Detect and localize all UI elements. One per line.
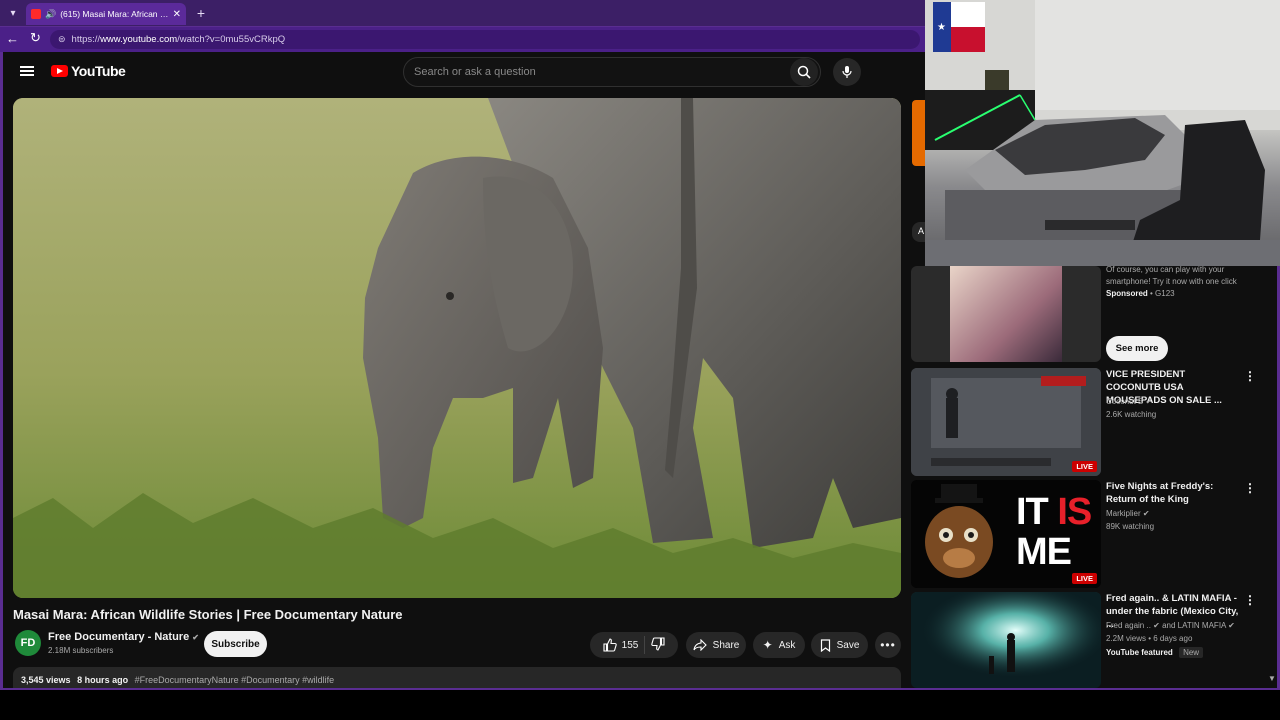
bottom-frame xyxy=(0,688,1280,720)
video-title: Masai Mara: African Wildlife Stories | F… xyxy=(13,607,403,622)
related-thumbnail-1[interactable]: LIVE xyxy=(911,368,1101,476)
youtube-favicon-icon xyxy=(31,9,41,19)
ad-description[interactable]: Of course, you can play with your smartp… xyxy=(1106,264,1256,288)
url-host: www.youtube.com xyxy=(100,34,178,45)
verified-check-icon: ✔ xyxy=(1142,509,1150,518)
ad-sponsor-line: Sponsored • G123 xyxy=(1106,289,1175,298)
banner-peek xyxy=(912,100,926,166)
new-tab-button[interactable]: + xyxy=(192,4,210,22)
live-badge: LIVE xyxy=(1072,573,1097,584)
search-input[interactable]: Search or ask a question xyxy=(414,66,790,78)
save-label: Save xyxy=(836,639,860,651)
related-menu-icon[interactable]: ⋮ xyxy=(1244,369,1256,383)
related-channel-1[interactable]: Coconut B ✔ xyxy=(1106,396,1152,408)
save-button[interactable]: Save xyxy=(811,632,868,658)
related-stats-1: 2.6K watching xyxy=(1106,410,1157,419)
video-player[interactable] xyxy=(13,98,901,598)
ad-advertiser: • G123 xyxy=(1147,289,1175,298)
svg-text:★: ★ xyxy=(937,22,946,33)
see-more-button[interactable]: See more xyxy=(1106,336,1168,361)
related-menu-icon[interactable]: ⋮ xyxy=(1244,481,1256,495)
description-box[interactable]: 3,545 views 8 hours ago #FreeDocumentary… xyxy=(13,667,901,688)
related-menu-icon[interactable]: ⋮ xyxy=(1244,593,1256,607)
search-button[interactable] xyxy=(790,58,818,86)
related-channel-name: Markiplier xyxy=(1106,509,1141,518)
sponsored-label: Sponsored xyxy=(1106,289,1148,298)
share-icon xyxy=(693,639,707,651)
youtube-logo[interactable]: YouTube xyxy=(51,63,126,79)
share-label: Share xyxy=(712,639,740,651)
webcam-overlay: ★ xyxy=(925,0,1280,266)
search-icon xyxy=(797,65,811,79)
browser-tab-active[interactable]: 🔊 (615) Masai Mara: African Wil ✕ xyxy=(26,3,186,25)
thumb-text-it: IT xyxy=(1016,491,1058,533)
back-arrow-icon[interactable]: ← xyxy=(6,31,19,46)
thumbs-up-icon xyxy=(603,638,617,652)
live-badge: LIVE xyxy=(1072,461,1097,472)
channel-avatar[interactable]: FD xyxy=(15,630,41,656)
hashtags[interactable]: #FreeDocumentaryNature #Documentary #wil… xyxy=(135,675,335,685)
url-path: /watch?v=0mu55vCRkpQ xyxy=(177,34,286,45)
filter-chip-peek[interactable]: A xyxy=(912,222,926,242)
subscriber-count: 2.18M subscribers xyxy=(48,646,114,655)
upload-age: 8 hours ago xyxy=(77,675,129,685)
like-count: 155 xyxy=(621,639,639,651)
related-featured-row: YouTube featured New xyxy=(1106,647,1204,659)
ask-button[interactable]: ✦ Ask xyxy=(753,632,805,658)
related-thumbnail-3[interactable] xyxy=(911,592,1101,688)
related-channel-name: Coconut B xyxy=(1106,397,1144,406)
scroll-down-arrow-icon[interactable]: ▼ xyxy=(1268,674,1276,683)
channel-name[interactable]: Free Documentary - Nature ✔ xyxy=(48,631,199,643)
related-title-2[interactable]: Five Nights at Freddy's: Return of the K… xyxy=(1106,480,1241,506)
related-stats-2: 89K watching xyxy=(1106,522,1155,531)
new-badge: New xyxy=(1179,647,1204,658)
thumbs-down-icon xyxy=(651,636,665,651)
tab-close-icon[interactable]: ✕ xyxy=(173,9,181,20)
more-actions-button[interactable]: ••• xyxy=(875,632,901,658)
elephant-video-frame xyxy=(13,98,901,598)
webcam-room-scene: ★ xyxy=(925,0,1280,266)
youtube-featured-label: YouTube featured xyxy=(1106,648,1173,657)
url-field[interactable]: ⊜ https://www.youtube.com/watch?v=0mu55v… xyxy=(50,30,920,49)
search-bar[interactable]: Search or ask a question xyxy=(403,57,821,87)
dislike-button[interactable] xyxy=(651,636,665,654)
verified-check-icon: ✔ xyxy=(192,633,199,642)
channel-name-text: Free Documentary - Nature xyxy=(48,631,190,643)
ad-artwork[interactable] xyxy=(950,266,1062,362)
like-dislike-group: 155 xyxy=(590,632,678,658)
tab-title: (615) Masai Mara: African Wil xyxy=(60,9,169,19)
verified-check-icon: ✔ xyxy=(1145,397,1153,406)
concert-light-thumb xyxy=(911,592,1101,688)
related-stats-3: 2.2M views • 6 days ago xyxy=(1106,634,1193,643)
thumbnail-caption: IT IS ME xyxy=(1016,491,1092,573)
reload-icon[interactable]: ↻ xyxy=(30,30,41,46)
youtube-play-icon xyxy=(51,65,68,77)
voice-search-button[interactable] xyxy=(833,58,861,86)
thumb-text-me: ME xyxy=(1016,531,1072,573)
tab-list-chevron-icon[interactable]: ▾ xyxy=(4,4,22,22)
url-scheme: https:// xyxy=(71,34,101,45)
like-divider xyxy=(644,636,646,654)
speaker-icon[interactable]: 🔊 xyxy=(45,9,56,20)
related-channel-2[interactable]: Markiplier ✔ xyxy=(1106,508,1150,520)
view-count: 3,545 views xyxy=(21,675,71,685)
game-screenshot-thumb xyxy=(911,368,1101,476)
site-info-icon[interactable]: ⊜ xyxy=(58,34,66,45)
ask-label: Ask xyxy=(778,639,796,651)
thumb-text-is: IS xyxy=(1057,491,1092,533)
share-button[interactable]: Share xyxy=(686,632,746,658)
related-channel-3[interactable]: Fred again .. ✔ and LATIN MAFIA ✔ xyxy=(1106,620,1235,632)
bookmark-icon xyxy=(820,638,830,652)
youtube-wordmark: YouTube xyxy=(71,63,126,79)
like-button[interactable]: 155 xyxy=(603,638,639,652)
subscribe-button[interactable]: Subscribe xyxy=(204,631,267,657)
more-horizontal-icon: ••• xyxy=(880,638,896,652)
menu-icon[interactable] xyxy=(20,64,34,78)
microphone-icon xyxy=(842,66,852,78)
sparkle-icon: ✦ xyxy=(762,638,773,652)
